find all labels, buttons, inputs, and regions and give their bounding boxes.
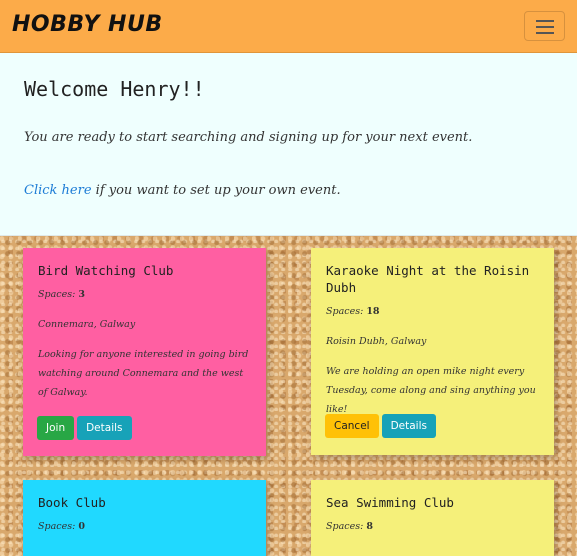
event-card: Karaoke Night at the Roisin Dubh Spaces:… xyxy=(311,248,554,455)
event-card: Bird Watching Club Spaces: 3 Connemara, … xyxy=(23,248,266,456)
event-card: Book Club Spaces: 0 xyxy=(23,480,266,556)
menu-toggle-button[interactable] xyxy=(524,11,565,41)
event-location: Roisin Dubh, Galway xyxy=(326,336,427,347)
welcome-section: Welcome Henry!! You are ready to start s… xyxy=(0,53,577,236)
cancel-button[interactable]: Cancel xyxy=(325,414,379,438)
event-description: We are holding an open mike night every … xyxy=(326,366,536,415)
details-button[interactable]: Details xyxy=(77,416,132,440)
event-spaces: Spaces: 0 xyxy=(38,521,85,532)
event-title: Book Club xyxy=(38,495,106,510)
event-title: Sea Swimming Club xyxy=(326,495,454,510)
create-event-link[interactable]: Click here xyxy=(24,183,92,198)
hamburger-icon xyxy=(536,26,554,28)
event-description: Looking for anyone interested in going b… xyxy=(38,349,249,398)
hamburger-icon xyxy=(536,32,554,34)
event-spaces: Spaces: 3 xyxy=(38,289,85,300)
event-card: Sea Swimming Club Spaces: 8 xyxy=(311,480,554,556)
create-event-text: Click here if you want to set up your ow… xyxy=(24,183,341,198)
event-spaces: Spaces: 18 xyxy=(326,306,380,317)
details-button[interactable]: Details xyxy=(381,414,436,438)
welcome-text: You are ready to start searching and sig… xyxy=(24,130,473,145)
event-spaces: Spaces: 8 xyxy=(326,521,373,532)
navbar: HOBBY HUB xyxy=(0,0,577,53)
join-button[interactable]: Join xyxy=(37,416,75,440)
create-event-text-rest: if you want to set up your own event. xyxy=(91,183,341,198)
event-location: Connemara, Galway xyxy=(38,319,136,330)
event-title: Karaoke Night at the Roisin Dubh xyxy=(326,263,530,295)
welcome-heading: Welcome Henry!! xyxy=(24,77,205,101)
brand-logo[interactable]: HOBBY HUB xyxy=(12,12,163,37)
event-title: Bird Watching Club xyxy=(38,263,174,278)
hamburger-icon xyxy=(536,20,554,22)
